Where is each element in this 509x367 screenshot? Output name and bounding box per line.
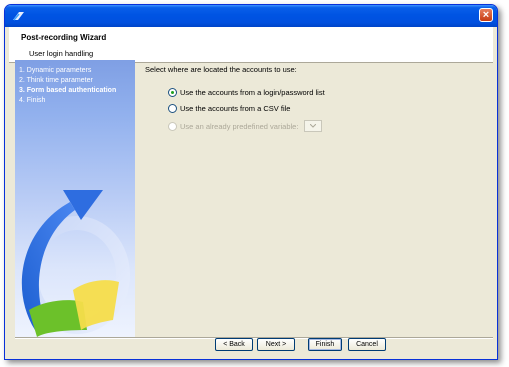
variable-select [304, 120, 323, 132]
refresh-arrow-graphic [21, 190, 130, 337]
footer-divider [15, 337, 493, 339]
steps-sidebar: 1. Dynamic parameters 2. Think time para… [15, 60, 135, 337]
accounts-prompt: Select where are located the accounts to… [145, 65, 297, 74]
option-predefined-variable: Use an already predefined variable: [168, 120, 323, 132]
step-finish: 4. Finish [19, 97, 46, 104]
radio-login-password-list[interactable] [168, 88, 177, 97]
chevron-down-icon [310, 124, 317, 128]
option-csv-file[interactable]: Use the accounts from a CSV file [168, 104, 290, 113]
close-icon[interactable]: × [479, 8, 493, 22]
radio-csv-file[interactable] [168, 104, 177, 113]
option-label: Use the accounts from a CSV file [180, 104, 291, 113]
cancel-button[interactable]: Cancel [348, 338, 386, 351]
page-title: Post-recording Wizard [21, 33, 107, 42]
back-button[interactable]: < Back [215, 338, 253, 351]
wizard-window: × Post-recording Wizard User login handl… [4, 4, 498, 360]
option-label: Use the accounts from a login/password l… [180, 88, 325, 97]
title-bar[interactable]: × [5, 5, 497, 27]
next-button[interactable]: Next > [257, 338, 295, 351]
wizard-icon [13, 12, 24, 21]
step-dynamic-parameters: 1. Dynamic parameters [19, 67, 92, 74]
step-form-authentication: 3. Form based authentication [19, 87, 117, 94]
option-login-password-list[interactable]: Use the accounts from a login/password l… [168, 88, 325, 97]
page-subtitle: User login handling [29, 49, 94, 58]
wizard-header: Post-recording Wizard User login handlin… [9, 27, 493, 63]
step-think-time: 2. Think time parameter [19, 77, 93, 84]
option-label: Use an already predefined variable: [180, 121, 299, 131]
radio-predefined-variable [168, 121, 177, 131]
options-panel: Select where are located the accounts to… [135, 60, 493, 337]
finish-button[interactable]: Finish [308, 338, 342, 351]
